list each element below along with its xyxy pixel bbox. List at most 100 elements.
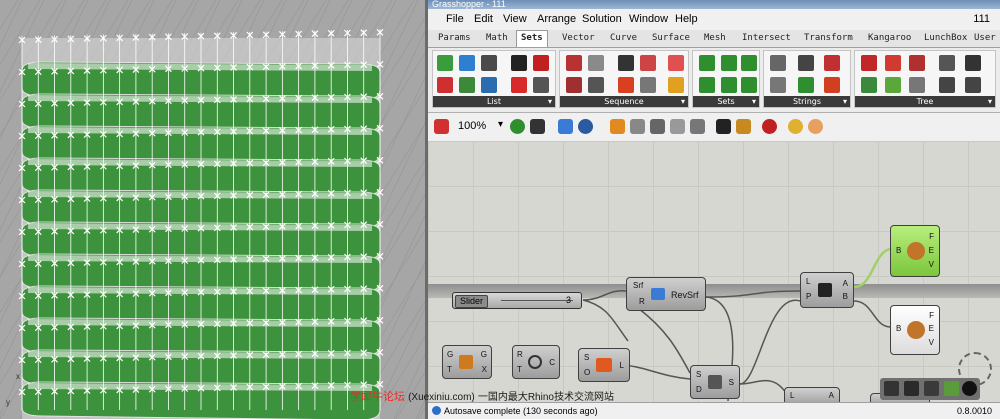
- shift-paths-icon[interactable]: [939, 77, 955, 93]
- tab-surface[interactable]: Surface: [652, 33, 690, 43]
- c5-input-l[interactable]: L: [790, 391, 794, 400]
- paint-icon[interactable]: [434, 119, 449, 134]
- graft-tree-icon[interactable]: [939, 55, 955, 71]
- subset-icon[interactable]: [721, 77, 737, 93]
- text-trim-icon[interactable]: [798, 77, 814, 93]
- list-item-icon[interactable]: [437, 55, 453, 71]
- expand-arrow-icon[interactable]: ▾: [988, 96, 992, 107]
- menu-arrange[interactable]: Arrange: [537, 13, 576, 25]
- split-input-p[interactable]: P: [806, 292, 811, 301]
- sort-list-icon[interactable]: [533, 55, 549, 71]
- menu-window[interactable]: Window: [629, 13, 668, 25]
- c3-input-o[interactable]: O: [584, 368, 590, 377]
- split-input-l[interactable]: L: [806, 277, 810, 286]
- c2-input-t[interactable]: T: [517, 365, 522, 374]
- union-icon[interactable]: [699, 55, 715, 71]
- shaded-preview-icon[interactable]: [788, 119, 803, 134]
- c1-input-t[interactable]: T: [447, 365, 452, 374]
- render-icon[interactable]: [808, 119, 823, 134]
- series-component[interactable]: S O L: [578, 348, 630, 382]
- c4-input-d[interactable]: D: [696, 385, 702, 394]
- tab-sets[interactable]: Sets: [516, 30, 548, 47]
- dispatch-icon[interactable]: [533, 77, 549, 93]
- sequence-extra-icon[interactable]: [668, 77, 684, 93]
- green-output-f[interactable]: F: [929, 232, 934, 241]
- white-output-v[interactable]: V: [929, 338, 934, 347]
- zoom-icon[interactable]: [510, 119, 525, 134]
- shift-list-component[interactable]: S D S: [690, 365, 740, 399]
- panel-sets-label[interactable]: Sets ▾: [693, 96, 759, 107]
- text-split-icon[interactable]: [824, 55, 840, 71]
- reverse-list-icon[interactable]: [481, 77, 497, 93]
- random-icon[interactable]: [618, 55, 634, 71]
- dock-item-icon[interactable]: [884, 381, 899, 396]
- number-slider[interactable]: Slider 3: [452, 292, 582, 309]
- split-list-icon[interactable]: [511, 55, 527, 71]
- preview-mode-icon[interactable]: [762, 119, 777, 134]
- panel-tree-label[interactable]: Tree ▾: [855, 96, 995, 107]
- c2-input-r[interactable]: R: [517, 350, 523, 359]
- char-sequence-icon[interactable]: [618, 77, 634, 93]
- tab-kangaroo[interactable]: Kangaroo: [868, 33, 911, 43]
- white-output-f[interactable]: F: [929, 311, 934, 320]
- text-concat-icon[interactable]: [770, 55, 786, 71]
- revsrf-component[interactable]: Srf R RevSrf: [626, 277, 706, 311]
- tab-vector[interactable]: Vector: [562, 33, 595, 43]
- tab-intersect[interactable]: Intersect: [742, 33, 791, 43]
- series-icon[interactable]: [566, 55, 582, 71]
- white-input-b[interactable]: B: [896, 324, 901, 333]
- range-icon[interactable]: [588, 55, 604, 71]
- dock-item-icon[interactable]: [944, 381, 959, 396]
- tab-transform[interactable]: Transform: [804, 33, 853, 43]
- brep-wireframe-component-selected[interactable]: B F E V: [890, 225, 940, 277]
- tab-math[interactable]: Math: [486, 33, 508, 43]
- member-index-icon[interactable]: [741, 77, 757, 93]
- cull-pattern-icon[interactable]: [511, 77, 527, 93]
- tab-lunchbox[interactable]: LunchBox: [924, 33, 967, 43]
- tree-item-icon[interactable]: [885, 55, 901, 71]
- named-views-icon[interactable]: [558, 119, 573, 134]
- display-icon[interactable]: [650, 119, 665, 134]
- duplicate-icon[interactable]: [588, 77, 604, 93]
- jitter-icon[interactable]: [640, 55, 656, 71]
- dock-item-icon[interactable]: [924, 381, 939, 396]
- panel-list-label[interactable]: List ▾: [433, 96, 555, 107]
- preview-eye-icon[interactable]: [578, 119, 593, 134]
- tab-params[interactable]: Params: [438, 33, 471, 43]
- expand-arrow-icon[interactable]: ▾: [752, 96, 756, 107]
- c4-output-s[interactable]: S: [729, 378, 734, 387]
- exclusion-icon[interactable]: [699, 77, 715, 93]
- split-output-b[interactable]: B: [843, 292, 848, 301]
- c1-input-g[interactable]: G: [447, 350, 453, 359]
- zoom-level[interactable]: 100%: [458, 120, 486, 132]
- menu-view[interactable]: View: [503, 13, 527, 25]
- merge-icon[interactable]: [909, 77, 925, 93]
- menu-solution[interactable]: Solution: [582, 13, 622, 25]
- lock-icon[interactable]: [736, 119, 751, 134]
- definition-canvas[interactable]: Slider 3 Srf R RevSrf L P A B B F E V B: [428, 141, 1000, 402]
- format-icon[interactable]: [824, 77, 840, 93]
- flatten-tree-icon[interactable]: [909, 55, 925, 71]
- difference-icon[interactable]: [741, 55, 757, 71]
- c2-output-c[interactable]: C: [549, 358, 555, 367]
- white-output-e[interactable]: E: [929, 324, 934, 333]
- split-component[interactable]: L P A B: [800, 272, 854, 308]
- intersection-icon[interactable]: [721, 55, 737, 71]
- simplify-tree-icon[interactable]: [965, 55, 981, 71]
- brep-deconstruct-component[interactable]: B F E V: [890, 305, 940, 355]
- stack-data-icon[interactable]: [640, 77, 656, 93]
- panel-strings-label[interactable]: Strings ▾: [764, 96, 850, 107]
- shift-list-icon[interactable]: [481, 55, 497, 71]
- entwine-icon[interactable]: [885, 77, 901, 93]
- graft-component[interactable]: G T G X: [442, 345, 492, 379]
- path-mapper-icon[interactable]: [965, 77, 981, 93]
- rhino-viewport[interactable]: x y: [0, 0, 425, 419]
- fibonacci-icon[interactable]: [668, 55, 684, 71]
- expand-arrow-icon[interactable]: ▾: [843, 96, 847, 107]
- split-output-a[interactable]: A: [843, 279, 848, 288]
- tab-mesh[interactable]: Mesh: [704, 33, 726, 43]
- menu-edit[interactable]: Edit: [474, 13, 493, 25]
- menu-file[interactable]: File: [446, 13, 464, 25]
- list-component[interactable]: L A: [784, 387, 840, 402]
- bake-icon[interactable]: [670, 119, 685, 134]
